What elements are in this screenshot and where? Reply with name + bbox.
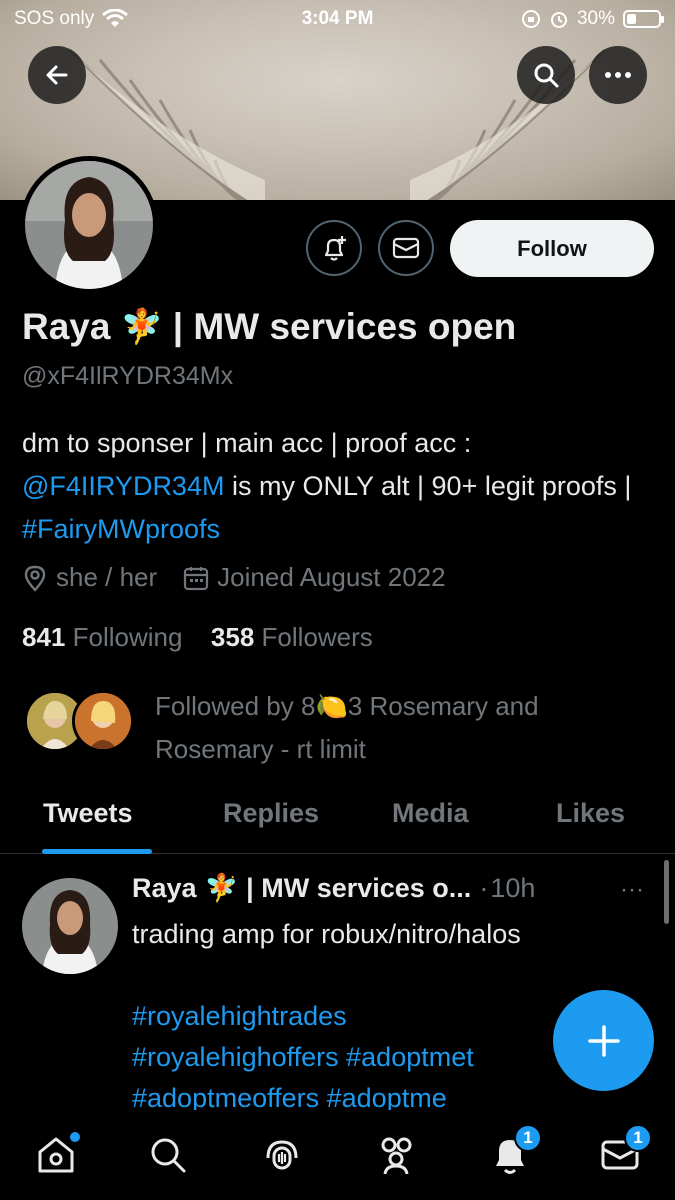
tab-likes[interactable]: Likes bbox=[556, 798, 625, 829]
follow-counts: 841 Following 358 Followers bbox=[22, 622, 373, 653]
tweet-avatar[interactable] bbox=[22, 878, 118, 974]
profile-bio: dm to sponser | main acc | proof acc : @… bbox=[22, 422, 652, 551]
profile-tabs: Tweets Replies Media Likes bbox=[0, 790, 675, 854]
display-name-text: Raya bbox=[22, 306, 111, 347]
tab-media[interactable]: Media bbox=[392, 798, 469, 829]
followers-count: 358 bbox=[210, 622, 255, 652]
compose-tweet-button[interactable] bbox=[553, 990, 654, 1091]
nav-home[interactable] bbox=[26, 1130, 86, 1180]
tab-replies[interactable]: Replies bbox=[223, 798, 319, 829]
battery-icon bbox=[623, 10, 664, 28]
plus-icon bbox=[587, 1024, 620, 1057]
avatar-photo bbox=[25, 161, 153, 289]
tweet-more-button[interactable]: ··· bbox=[620, 876, 644, 904]
followed-by-prefix: Followed by bbox=[155, 691, 294, 721]
tweet-avatar-photo bbox=[22, 878, 118, 974]
calendar-icon bbox=[184, 566, 209, 590]
bottom-navigation: 1 1 bbox=[0, 1110, 675, 1200]
nav-communities[interactable] bbox=[366, 1130, 426, 1180]
tweet-hashtags-line3[interactable]: #adoptmeoffers #adoptme bbox=[132, 1083, 447, 1113]
tweet-separator: · bbox=[479, 872, 489, 903]
notify-button[interactable] bbox=[306, 220, 362, 276]
alarm-icon bbox=[550, 12, 567, 28]
tweet-line1: trading amp for robux/nitro/halos bbox=[132, 919, 521, 949]
tweet-author-name[interactable]: Raya bbox=[132, 873, 197, 904]
following-label: Following bbox=[72, 622, 183, 652]
bio-text: dm to sponser | main acc | proof acc : bbox=[22, 428, 472, 458]
display-name-suffix: | MW services open bbox=[172, 306, 517, 347]
tweet-hashtags-line1[interactable]: #royalehightrades bbox=[132, 1001, 347, 1031]
tweet-header: Raya 🧚 | MW services o... · 10h bbox=[132, 872, 535, 904]
followed-by-name1-start: 8 bbox=[300, 691, 316, 721]
lemon-emoji: 🍋 bbox=[315, 691, 348, 721]
joined-date: Joined August 2022 bbox=[217, 562, 446, 592]
envelope-icon bbox=[392, 237, 420, 259]
battery-fill bbox=[627, 14, 636, 24]
tweet-hashtags-line2[interactable]: #royalehighoffers #adoptmet bbox=[132, 1042, 474, 1072]
display-name: Raya 🧚 | MW services open bbox=[22, 306, 516, 348]
notifications-badge: 1 bbox=[514, 1124, 542, 1152]
tab-tweets[interactable]: Tweets bbox=[43, 798, 133, 829]
profile-meta: she / her Joined August 2022 bbox=[22, 562, 446, 593]
tweet-time[interactable]: 10h bbox=[490, 873, 535, 904]
tweet-author-name-rest[interactable]: | MW services o... bbox=[246, 873, 471, 904]
back-button[interactable] bbox=[28, 46, 86, 104]
pronouns: she / her bbox=[56, 562, 158, 592]
followers-label: Followers bbox=[261, 622, 373, 652]
search-icon bbox=[151, 1138, 186, 1173]
followed-by-name2: Rosemary - rt limit bbox=[155, 734, 366, 764]
followers-link[interactable]: 358 Followers bbox=[211, 622, 373, 652]
tweet-fairy-emoji: 🧚 bbox=[204, 873, 239, 903]
communities-icon bbox=[381, 1137, 412, 1175]
profile-avatar[interactable] bbox=[20, 156, 158, 294]
follow-button[interactable]: Follow bbox=[450, 220, 654, 277]
bio-mention-link[interactable]: @F4IIRYDR34M bbox=[22, 471, 224, 501]
bell-plus-icon bbox=[324, 236, 346, 261]
nav-search[interactable] bbox=[138, 1130, 198, 1180]
more-horizontal-icon bbox=[605, 72, 631, 78]
bio-text-middle: is my ONLY alt | 90+ legit proofs | bbox=[224, 471, 632, 501]
nav-spaces[interactable] bbox=[252, 1130, 312, 1180]
nav-notifications[interactable]: 1 bbox=[480, 1124, 542, 1180]
home-unread-dot bbox=[70, 1132, 80, 1142]
messages-badge: 1 bbox=[624, 1124, 652, 1152]
spaces-microphone-icon bbox=[266, 1140, 298, 1170]
followed-by-name1-end: 3 Rosemary and bbox=[347, 691, 539, 721]
profile-handle: @xF4IlRYDR34Mx bbox=[22, 362, 234, 390]
active-tab-indicator bbox=[42, 849, 152, 854]
location-pin-icon bbox=[24, 565, 46, 592]
following-link[interactable]: 841 Following bbox=[22, 622, 182, 652]
follower-avatar-2 bbox=[72, 690, 134, 752]
followed-by-avatars[interactable] bbox=[24, 690, 136, 758]
scrollbar[interactable] bbox=[664, 860, 669, 924]
orientation-lock-icon bbox=[521, 10, 540, 28]
nav-messages[interactable]: 1 bbox=[590, 1124, 652, 1180]
battery-percent: 30% bbox=[576, 8, 615, 29]
status-bar: SOS only 3:04 PM 30% bbox=[0, 0, 675, 40]
fairy-emoji: 🧚 bbox=[120, 308, 163, 346]
followed-by-text[interactable]: Followed by 8🍋3 Rosemary and Rosemary - … bbox=[155, 685, 635, 771]
search-icon bbox=[534, 63, 559, 88]
message-button[interactable] bbox=[378, 220, 434, 276]
following-count: 841 bbox=[22, 622, 66, 652]
arrow-left-icon bbox=[46, 65, 68, 85]
search-button[interactable] bbox=[517, 46, 575, 104]
bio-hashtag-link[interactable]: #FairyMWproofs bbox=[22, 514, 220, 544]
more-options-button[interactable] bbox=[589, 46, 647, 104]
